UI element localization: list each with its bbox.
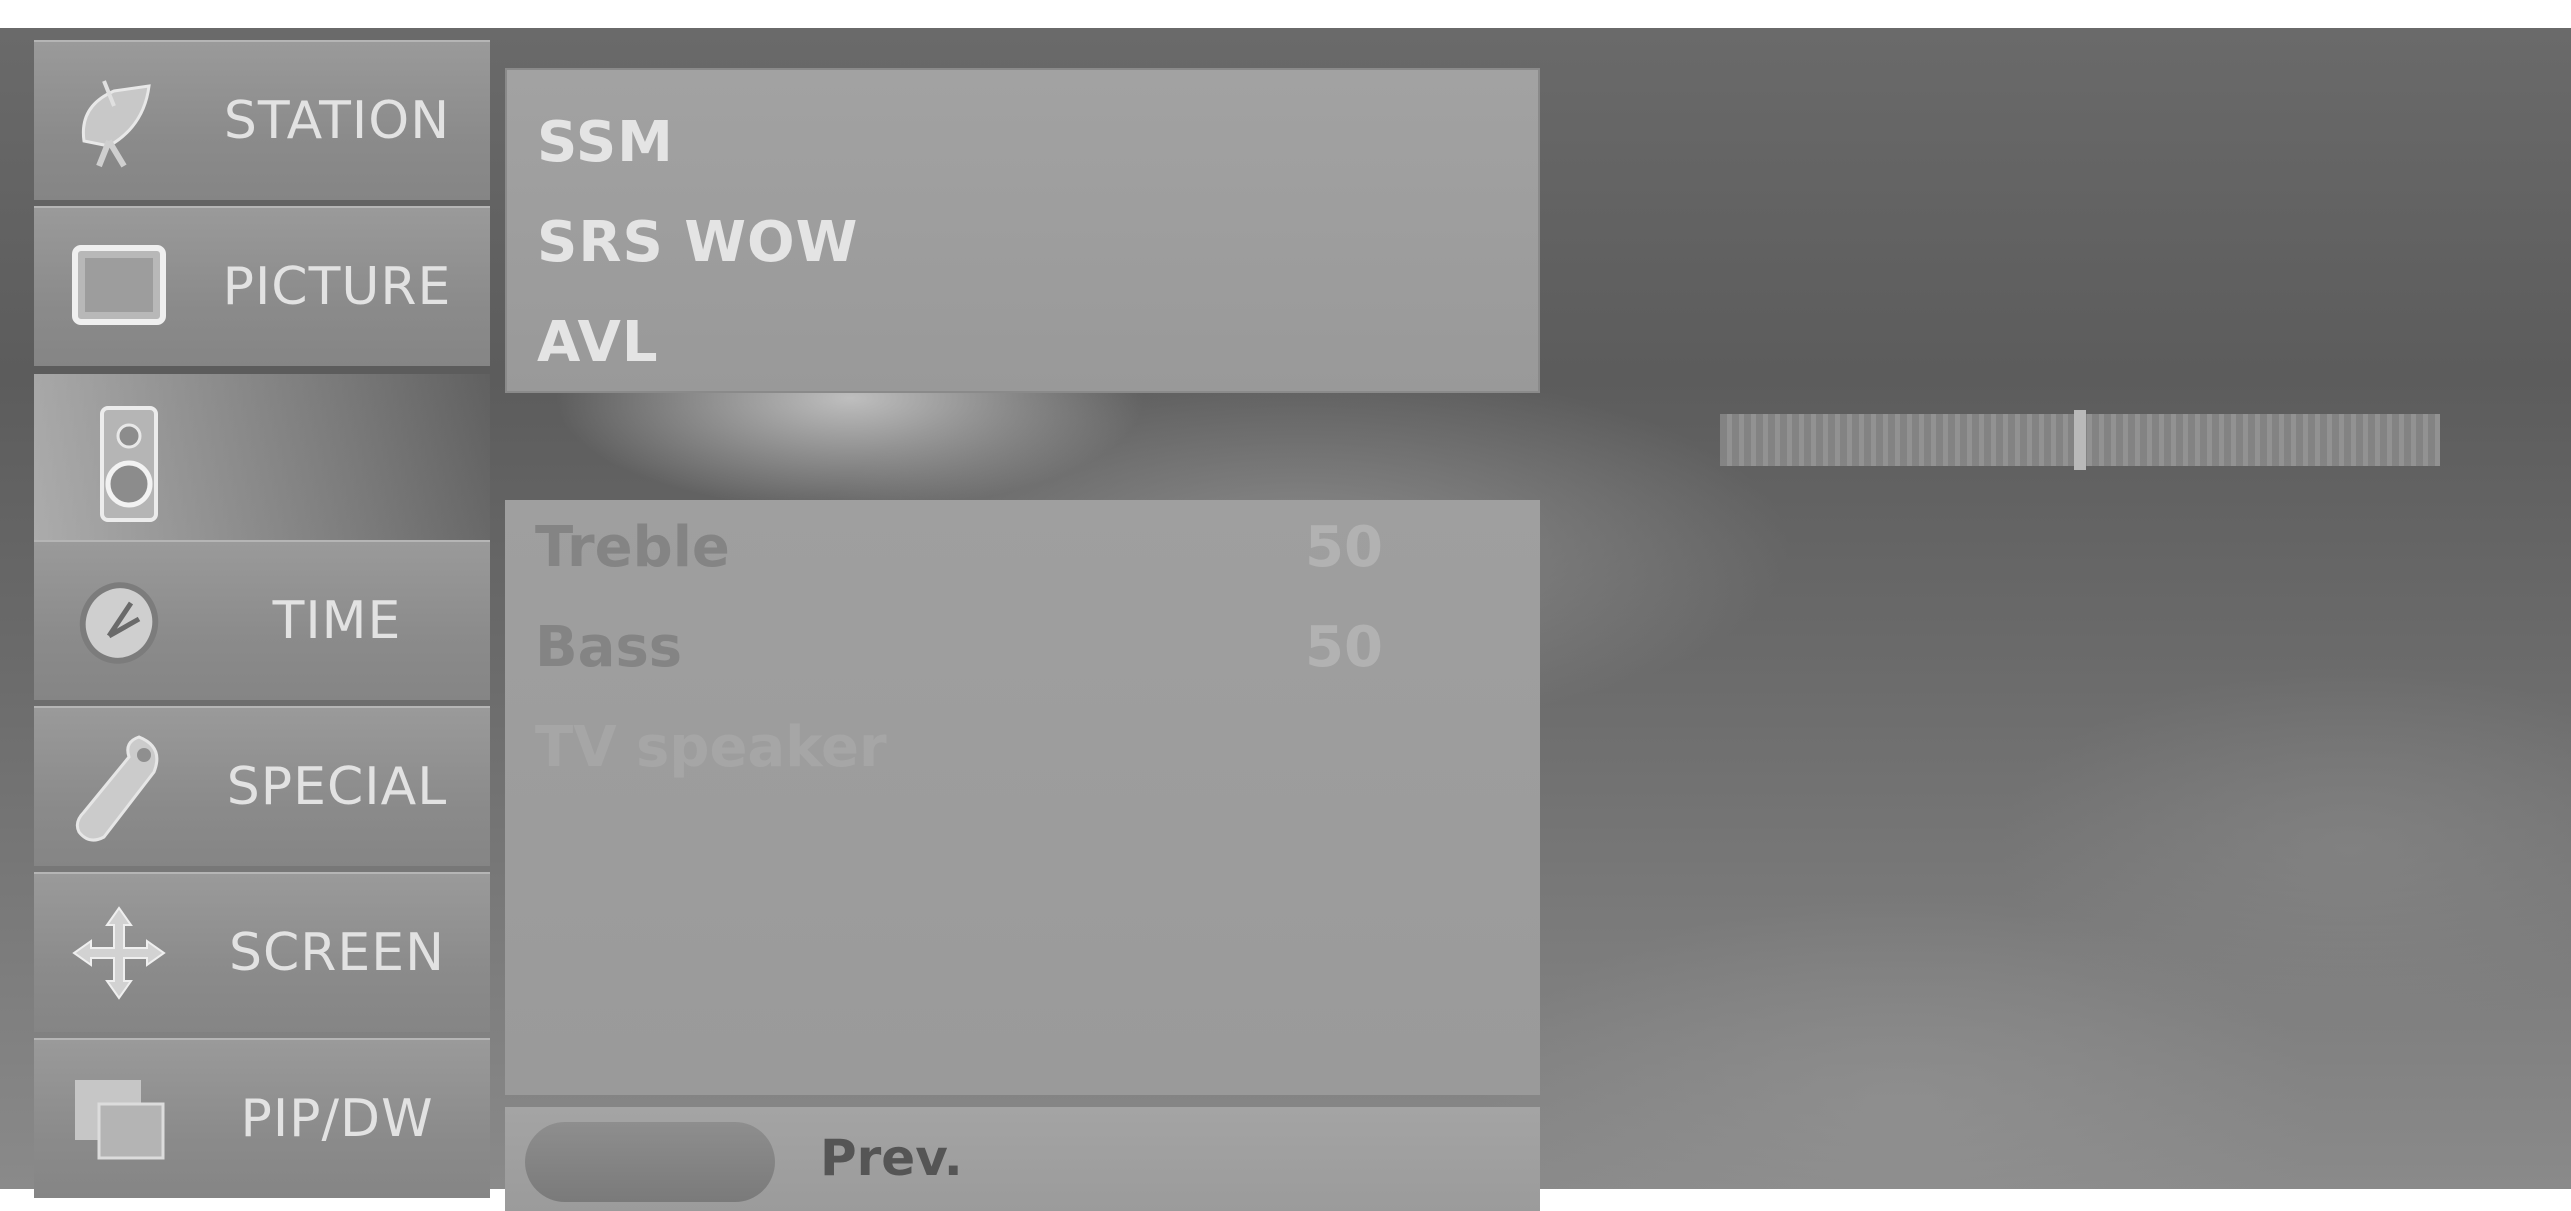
setting-row-treble[interactable]: Treble 50	[535, 515, 1435, 595]
menu-item-screen[interactable]: SCREEN	[34, 872, 490, 1032]
tag-icon	[64, 732, 174, 842]
satellite-dish-icon	[64, 66, 174, 176]
setting-name: TV speaker	[535, 715, 887, 780]
menu-item-time[interactable]: TIME	[34, 540, 490, 700]
submenu-item-avl[interactable]: AVL	[537, 310, 659, 375]
menu-footer: Prev.	[505, 1107, 1540, 1211]
sound-submenu-panel: SSM SRS WOW AVL	[505, 68, 1540, 393]
setting-name: Bass	[535, 615, 683, 680]
setting-value: 50	[1305, 515, 1383, 580]
menu-label-picture: PICTURE	[222, 257, 452, 317]
submenu-item-ssm[interactable]: SSM	[537, 110, 674, 175]
menu-label-pip-dw: PIP/DW	[240, 1089, 434, 1149]
menu-label-time: TIME	[272, 591, 402, 651]
level-slider[interactable]	[1720, 410, 2440, 470]
prev-button[interactable]	[525, 1122, 775, 1202]
menu-item-station[interactable]: STATION	[34, 40, 490, 200]
sound-settings-panel: Treble 50 Bass 50 TV speaker	[505, 500, 1540, 1095]
menu-label-special: SPECIAL	[226, 757, 448, 817]
setting-name: Treble	[535, 515, 730, 580]
submenu-item-srs-wow[interactable]: SRS WOW	[537, 210, 858, 275]
level-slider-knob[interactable]	[2074, 410, 2086, 470]
pip-windows-icon	[64, 1064, 174, 1174]
setting-value: 50	[1305, 615, 1383, 680]
speaker-icon	[74, 406, 184, 522]
tv-osd-screen: STATION PICTURE TIME SPECIAL SCREEN PIP/…	[0, 28, 2571, 1211]
menu-item-pip-dw[interactable]: PIP/DW	[34, 1038, 490, 1198]
prev-label: Prev.	[820, 1129, 963, 1187]
menu-label-station: STATION	[223, 91, 451, 151]
menu-item-picture[interactable]: PICTURE	[34, 206, 490, 366]
menu-item-special[interactable]: SPECIAL	[34, 706, 490, 866]
clock-icon	[64, 566, 174, 676]
tv-screen-icon	[64, 232, 174, 342]
setting-row-bass[interactable]: Bass 50	[535, 615, 1435, 695]
setting-row-tv-speaker[interactable]: TV speaker	[535, 715, 1435, 795]
menu-item-sound-selected[interactable]	[34, 374, 490, 554]
move-arrows-icon	[64, 898, 174, 1008]
menu-label-screen: SCREEN	[228, 923, 446, 983]
